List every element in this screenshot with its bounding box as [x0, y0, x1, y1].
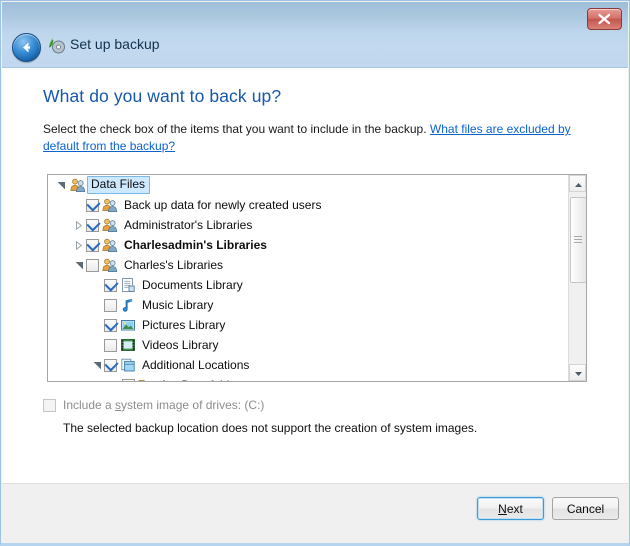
- setup-backup-dialog: Set up backup What do you want to back u…: [0, 0, 630, 546]
- tree-item-label: Documents Library: [142, 278, 243, 292]
- content-area: What do you want to back up? Select the …: [2, 68, 628, 485]
- system-image-option[interactable]: Include a system image of drives: (C:): [43, 398, 264, 412]
- system-image-note: The selected backup location does not su…: [63, 421, 478, 435]
- close-icon[interactable]: [587, 8, 622, 30]
- description-text: Select the check box of the items that y…: [43, 122, 430, 136]
- tree-item-label: Additional Locations: [142, 358, 250, 372]
- page-description: Select the check box of the items that y…: [43, 121, 576, 155]
- expander-placeholder: [90, 295, 104, 315]
- tree-item-label: Back up data for newly created users: [124, 198, 322, 212]
- tree-item-label: Charles's Libraries: [124, 258, 223, 272]
- tree-item[interactable]: Charles's Libraries: [48, 255, 568, 275]
- users-icon: [70, 177, 86, 193]
- tree-item-label: Music Library: [142, 298, 214, 312]
- tree-rows: Data Files Back up data for newly created…: [48, 175, 568, 381]
- page-title: What do you want to back up?: [43, 86, 282, 106]
- expander-expanded-icon[interactable]: [72, 255, 86, 275]
- tree-item[interactable]: Pictures Library: [48, 315, 568, 335]
- tree-item[interactable]: Additional Locations: [48, 355, 568, 375]
- tree-item-checkbox[interactable]: [104, 358, 117, 372]
- next-label-accel: N: [498, 501, 507, 516]
- tree-item[interactable]: Music Library: [48, 295, 568, 315]
- scrollbar-grip: [574, 236, 582, 243]
- scrollbar-thumb[interactable]: [570, 197, 586, 283]
- additional-locations-icon: [120, 357, 136, 373]
- next-label-after: ext: [506, 501, 523, 516]
- tree-item-checkbox[interactable]: [86, 218, 99, 232]
- tree-item-checkbox[interactable]: [104, 318, 117, 332]
- tree-item-checkbox[interactable]: [86, 258, 99, 272]
- cancel-button[interactable]: Cancel: [552, 497, 619, 520]
- expander-placeholder: [108, 375, 122, 381]
- tree-item-checkbox[interactable]: [122, 378, 135, 381]
- tree-item-checkbox[interactable]: [104, 338, 117, 352]
- tree-item-label: Administrator's Libraries: [124, 218, 253, 232]
- tree-item[interactable]: Back up data for newly created users: [48, 195, 568, 215]
- tree-item-label: Pictures Library: [142, 318, 226, 332]
- expander-placeholder: [90, 315, 104, 335]
- backup-disk-icon: [46, 35, 66, 55]
- back-arrow-icon[interactable]: [12, 33, 41, 62]
- tree-item[interactable]: AppData folder: [48, 375, 568, 381]
- system-image-label-after: ystem image of drives: (C:): [121, 398, 265, 412]
- folder-icon: [138, 377, 154, 381]
- expander-collapsed-icon[interactable]: [72, 215, 86, 235]
- expander-placeholder: [72, 195, 86, 215]
- system-image-label: Include a system image of drives: (C:): [63, 398, 264, 412]
- scroll-down-icon[interactable]: [569, 364, 586, 381]
- system-image-checkbox[interactable]: [43, 398, 56, 412]
- videos-library-icon: [120, 337, 136, 353]
- tree-item-label: AppData folder: [158, 378, 240, 381]
- backup-items-tree[interactable]: Data Files Back up data for newly created…: [47, 174, 587, 382]
- users-icon: [102, 237, 118, 253]
- footer-bar: Next Cancel: [2, 483, 628, 542]
- expander-placeholder: [90, 275, 104, 295]
- window-title: Set up backup: [70, 36, 160, 52]
- tree-item[interactable]: Videos Library: [48, 335, 568, 355]
- tree-item[interactable]: Data Files: [48, 175, 568, 195]
- tree-item-label: Charlesadmin's Libraries: [124, 238, 267, 252]
- system-image-label-before: Include a: [63, 398, 116, 412]
- users-icon: [102, 197, 118, 213]
- tree-item[interactable]: Documents Library: [48, 275, 568, 295]
- tree-item-checkbox[interactable]: [104, 298, 117, 312]
- expander-collapsed-icon[interactable]: [72, 235, 86, 255]
- next-button[interactable]: Next: [477, 497, 544, 520]
- expander-expanded-icon[interactable]: [54, 175, 68, 195]
- expander-expanded-icon[interactable]: [90, 355, 104, 375]
- tree-item-checkbox[interactable]: [86, 238, 99, 252]
- expander-placeholder: [90, 335, 104, 355]
- users-icon: [102, 217, 118, 233]
- users-icon: [102, 257, 118, 273]
- tree-item-checkbox[interactable]: [86, 198, 99, 212]
- music-library-icon: [120, 297, 136, 313]
- pictures-library-icon: [120, 317, 136, 333]
- tree-scrollbar[interactable]: [568, 175, 586, 381]
- tree-item[interactable]: Charlesadmin's Libraries: [48, 235, 568, 255]
- tree-item-label: Data Files: [87, 176, 151, 194]
- tree-item[interactable]: Administrator's Libraries: [48, 215, 568, 235]
- title-bar: Set up backup: [2, 2, 628, 68]
- document-library-icon: [120, 277, 136, 293]
- tree-item-checkbox[interactable]: [104, 278, 117, 292]
- scroll-up-icon[interactable]: [569, 175, 586, 192]
- tree-item-label: Videos Library: [142, 338, 219, 352]
